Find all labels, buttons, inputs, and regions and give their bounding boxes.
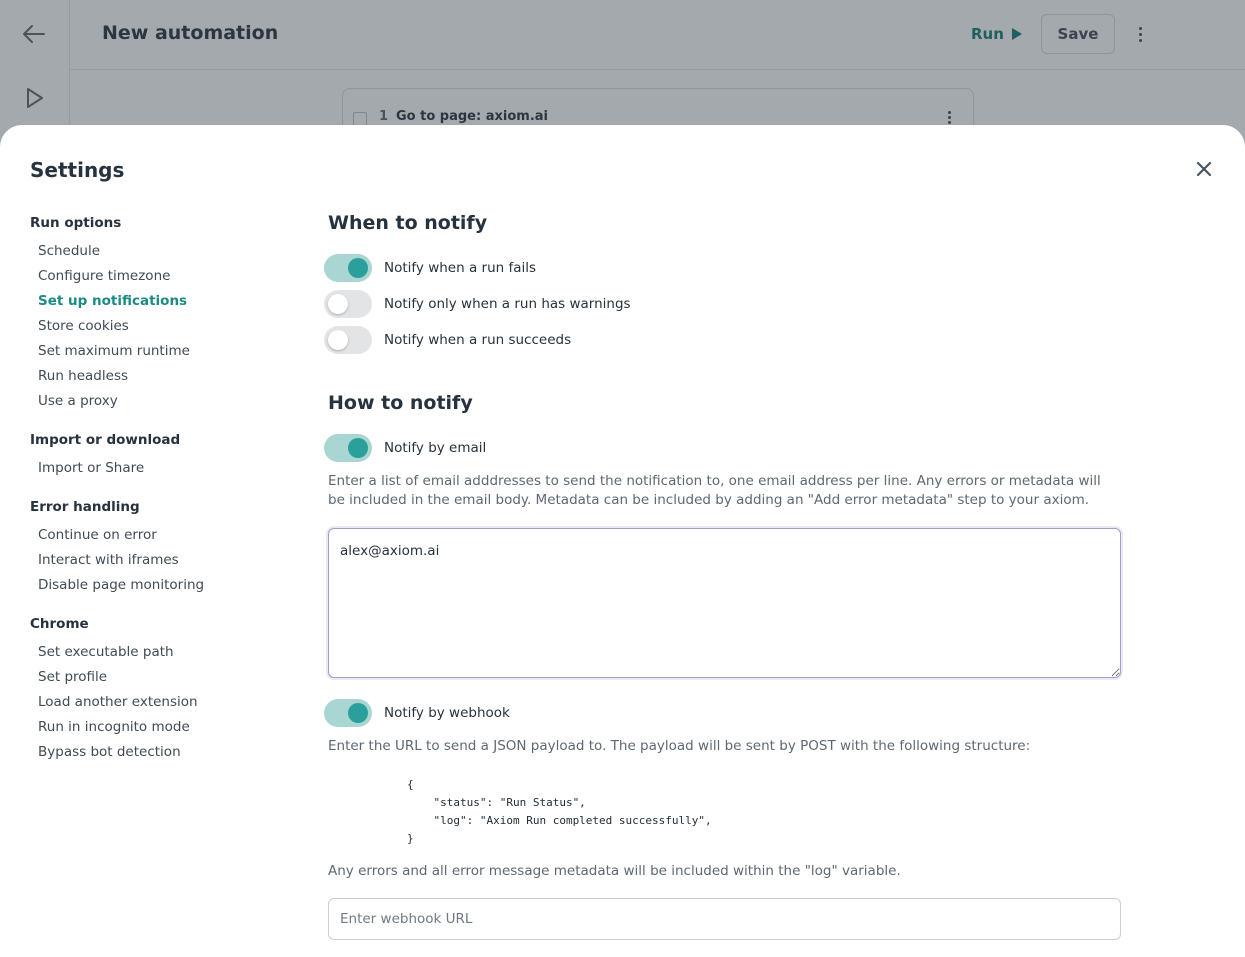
sidebar-item-page-monitoring[interactable]: Disable page monitoring bbox=[30, 573, 290, 598]
run-button[interactable]: Run bbox=[971, 22, 1022, 46]
sidebar-item-proxy[interactable]: Use a proxy bbox=[30, 389, 290, 414]
notify-webhook-switch[interactable] bbox=[324, 699, 372, 727]
settings-sidebar: Run options Schedule Configure timezone … bbox=[30, 213, 290, 781]
sidebar-group-run-options: Run options Schedule Configure timezone … bbox=[30, 213, 290, 414]
close-icon[interactable] bbox=[1192, 157, 1216, 181]
sidebar-item-cookies[interactable]: Store cookies bbox=[30, 314, 290, 339]
sidebar-item-schedule[interactable]: Schedule bbox=[30, 239, 290, 264]
sidebar-heading: Import or download bbox=[30, 432, 181, 448]
toggle-label: Notify when a run fails bbox=[384, 260, 537, 276]
toggle-label: Notify by webhook bbox=[384, 705, 510, 721]
toggle-label: Notify by email bbox=[384, 440, 487, 456]
sidebar-item-timezone[interactable]: Configure timezone bbox=[30, 264, 290, 289]
sidebar-item-continue-on-error[interactable]: Continue on error bbox=[30, 523, 290, 548]
more-options-icon[interactable] bbox=[1128, 22, 1152, 46]
toggle-row-warnings: Notify only when a run has warnings bbox=[324, 290, 631, 318]
sidebar-item-import-share[interactable]: Import or Share bbox=[30, 456, 290, 481]
toggle-label: Notify only when a run has warnings bbox=[384, 296, 631, 312]
sidebar-item-bot-detection[interactable]: Bypass bot detection bbox=[30, 740, 290, 765]
webhook-log-note: Any errors and all error message metadat… bbox=[328, 863, 901, 879]
notify-fails-switch[interactable] bbox=[324, 254, 372, 282]
step-label: Go to page: axiom.ai bbox=[396, 109, 548, 124]
sidebar-item-incognito[interactable]: Run in incognito mode bbox=[30, 715, 290, 740]
run-label: Run bbox=[971, 25, 1004, 43]
sidebar-heading: Error handling bbox=[30, 499, 140, 515]
toggle-label: Notify when a run succeeds bbox=[384, 332, 572, 348]
sidebar-group-error-handling: Error handling Continue on error Interac… bbox=[30, 497, 290, 598]
sidebar-heading: Chrome bbox=[30, 616, 89, 632]
webhook-url-input[interactable] bbox=[328, 898, 1121, 940]
when-to-notify-heading: When to notify bbox=[328, 212, 488, 234]
play-outline-icon[interactable] bbox=[22, 86, 46, 110]
how-to-notify-heading: How to notify bbox=[328, 392, 473, 414]
notify-succeeds-switch[interactable] bbox=[324, 326, 372, 354]
webhook-description: Enter the URL to send a JSON payload to.… bbox=[328, 738, 1031, 754]
sidebar-item-iframes[interactable]: Interact with iframes bbox=[30, 548, 290, 573]
toggle-row-succeeds: Notify when a run succeeds bbox=[324, 326, 571, 354]
sidebar-group-chrome: Chrome Set executable path Set profile L… bbox=[30, 614, 290, 765]
sidebar-group-import: Import or download Import or Share bbox=[30, 430, 290, 481]
notify-email-switch[interactable] bbox=[324, 434, 372, 462]
sidebar-item-notifications[interactable]: Set up notifications bbox=[30, 289, 290, 314]
email-addresses-textarea[interactable] bbox=[328, 528, 1121, 678]
sidebar-item-extension[interactable]: Load another extension bbox=[30, 690, 290, 715]
save-button[interactable]: Save bbox=[1041, 14, 1115, 54]
settings-title: Settings bbox=[30, 158, 125, 182]
step-checkbox[interactable] bbox=[353, 112, 367, 126]
sidebar-heading: Run options bbox=[30, 215, 122, 231]
toggle-row-email: Notify by email bbox=[324, 434, 486, 462]
webhook-payload-code: { "status": "Run Status", "log": "Axiom … bbox=[407, 778, 712, 845]
toggle-row-webhook: Notify by webhook bbox=[324, 699, 510, 727]
notify-warnings-switch[interactable] bbox=[324, 290, 372, 318]
automation-title: New automation bbox=[102, 22, 279, 44]
email-description: Enter a list of email adddresses to send… bbox=[328, 473, 1101, 508]
sidebar-item-max-runtime[interactable]: Set maximum runtime bbox=[30, 339, 290, 364]
step-number: 1 bbox=[379, 109, 389, 124]
toggle-row-run-fails: Notify when a run fails bbox=[324, 254, 536, 282]
play-icon bbox=[1011, 28, 1022, 40]
settings-sheet: Settings Run options Schedule Configure … bbox=[0, 125, 1245, 957]
sidebar-item-profile[interactable]: Set profile bbox=[30, 665, 290, 690]
sidebar-item-headless[interactable]: Run headless bbox=[30, 364, 290, 389]
sidebar-item-executable-path[interactable]: Set executable path bbox=[30, 640, 290, 665]
back-arrow-icon[interactable] bbox=[20, 22, 48, 46]
step-menu-icon[interactable] bbox=[948, 111, 951, 124]
